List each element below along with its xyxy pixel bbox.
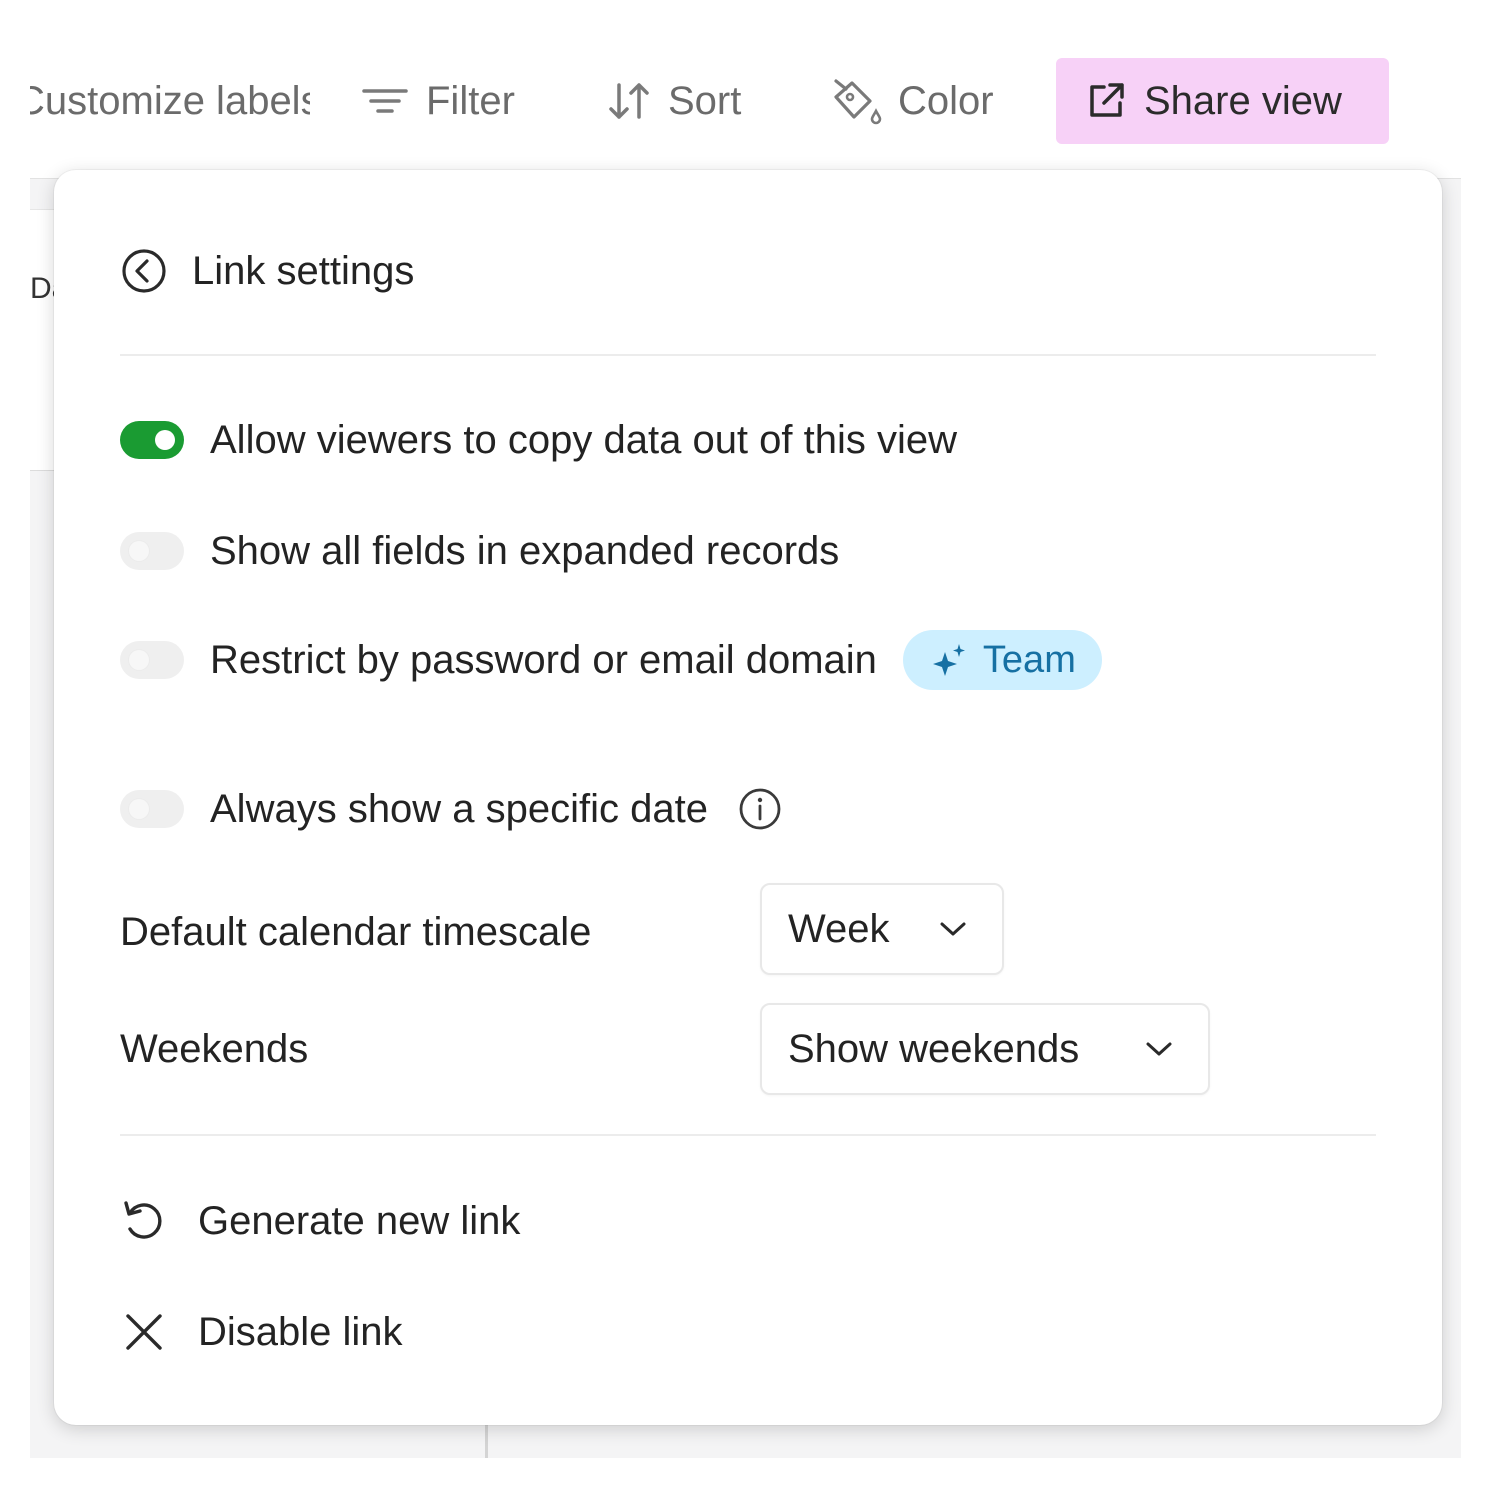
- toggle-row-allow-copy[interactable]: Allow viewers to copy data out of this v…: [120, 418, 957, 462]
- filter-icon: [362, 89, 408, 113]
- disable-link-button[interactable]: Disable link: [120, 1307, 403, 1357]
- restrict-toggle[interactable]: [120, 641, 184, 679]
- sort-arrows-icon: [609, 83, 649, 119]
- popover-title: Link settings: [192, 248, 415, 293]
- external-link-icon: [1090, 83, 1124, 117]
- divider: [120, 1134, 1376, 1136]
- team-plan-badge[interactable]: Team: [902, 630, 1102, 690]
- color-label: Color: [898, 78, 994, 123]
- show-all-fields-toggle[interactable]: [120, 532, 184, 570]
- chevron-down-icon: [940, 922, 966, 936]
- show-all-fields-label: Show all fields in expanded records: [210, 528, 840, 573]
- generate-new-link-button[interactable]: Generate new link: [120, 1196, 520, 1246]
- back-arrow-icon[interactable]: [120, 247, 168, 295]
- disable-link-label: Disable link: [198, 1309, 403, 1354]
- divider: [120, 354, 1376, 356]
- sort-label: Sort: [668, 78, 742, 123]
- allow-copy-toggle[interactable]: [120, 421, 184, 459]
- toggle-row-specific-date[interactable]: Always show a specific date: [120, 787, 782, 831]
- timescale-label: Default calendar timescale: [120, 910, 592, 954]
- share-view-button[interactable]: Share view: [1056, 58, 1389, 144]
- sort-button[interactable]: Sort: [606, 58, 741, 144]
- toggle-row-restrict[interactable]: Restrict by password or email domain Tea…: [120, 630, 1102, 690]
- chevron-down-icon: [1146, 1042, 1172, 1056]
- toggle-knob: [155, 430, 175, 450]
- filter-label: Filter: [426, 78, 515, 123]
- team-badge-label: Team: [982, 638, 1076, 681]
- allow-copy-label: Allow viewers to copy data out of this v…: [210, 417, 958, 462]
- toggle-knob: [129, 799, 149, 819]
- weekends-value: Show weekends: [788, 1026, 1080, 1071]
- weekends-dropdown[interactable]: Show weekends: [760, 1003, 1210, 1095]
- info-icon[interactable]: [738, 787, 782, 831]
- restrict-label: Restrict by password or email domain: [210, 637, 877, 682]
- color-button[interactable]: Color: [828, 58, 994, 144]
- toggle-knob: [129, 650, 149, 670]
- link-settings-header[interactable]: Link settings: [120, 246, 414, 296]
- paint-bucket-icon: [834, 79, 882, 125]
- sparkle-icon: [932, 644, 965, 676]
- toggle-knob: [129, 541, 149, 561]
- filter-button[interactable]: Filter: [360, 58, 515, 144]
- toggle-row-show-all-fields[interactable]: Show all fields in expanded records: [120, 529, 839, 573]
- link-settings-popover: Link settings Allow viewers to copy data…: [54, 170, 1442, 1425]
- close-icon: [126, 1314, 162, 1350]
- customize-labels-button[interactable]: Customize labels: [30, 58, 310, 144]
- timescale-dropdown[interactable]: Week: [760, 883, 1004, 975]
- share-view-label: Share view: [1144, 78, 1342, 123]
- timescale-value: Week: [788, 906, 890, 951]
- customize-labels-label: Customize labels: [30, 78, 310, 123]
- weekends-label: Weekends: [120, 1027, 309, 1071]
- refresh-icon: [124, 1201, 162, 1239]
- generate-new-link-label: Generate new link: [198, 1198, 521, 1243]
- specific-date-toggle[interactable]: [120, 790, 184, 828]
- specific-date-label: Always show a specific date: [210, 786, 709, 831]
- view-toolbar: Customize labels Filter Sort Color Share…: [0, 0, 1491, 170]
